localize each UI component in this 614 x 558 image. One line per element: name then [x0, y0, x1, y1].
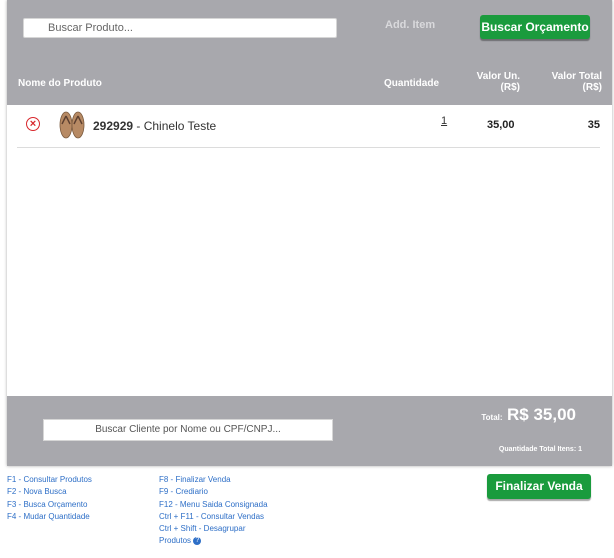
shortcut-f2: F2 - Nova Busca — [7, 487, 67, 497]
shortcut-produtos-label: Produtos — [159, 536, 192, 546]
search-bar: Buscar Produto... Add. Item Buscar Orçam… — [7, 0, 612, 60]
product-code: 292929 — [93, 119, 134, 133]
table-header: Nome do Produto Quantidade Valor Un. (R$… — [7, 60, 612, 105]
help-icon[interactable]: ? — [193, 537, 202, 546]
header-product-name: Nome do Produto — [18, 78, 102, 89]
header-unit-value-line1: Valor Un. — [476, 71, 520, 82]
product-thumbnail — [59, 111, 85, 139]
quantity-link[interactable]: 1 — [441, 115, 447, 127]
product-search-input[interactable]: Buscar Produto... — [23, 18, 337, 38]
add-item-button[interactable]: Add. Item — [385, 19, 435, 31]
header-total-value: Valor Total (R$) — [552, 71, 602, 93]
shortcut-ctrl-f11: Ctrl + F11 - Consultar Vendas — [159, 511, 265, 521]
buscar-orcamento-button[interactable]: Buscar Orçamento — [480, 15, 590, 39]
header-total-value-line1: Valor Total — [551, 71, 602, 82]
product-title: Chinelo Teste — [143, 119, 217, 133]
summary-bar: Buscar Cliente por Nome ou CPF/CNPJ... T… — [7, 396, 612, 466]
product-separator: - — [133, 119, 144, 133]
finalizar-venda-button[interactable]: Finalizar Venda — [487, 474, 591, 499]
total-display: Total: R$ 35,00 — [481, 405, 576, 425]
product-name: 292929 - Chinelo Teste — [93, 119, 216, 133]
shortcut-f8: F8 - Finalizar Venda — [159, 475, 231, 484]
header-unit-value-line2: (R$) — [500, 82, 520, 93]
table-row: × 292929 - Chinelo Teste 1 35,00 35 — [17, 105, 600, 148]
shortcut-produtos: Produtos ? — [159, 535, 268, 547]
client-search-input[interactable]: Buscar Cliente por Nome ou CPF/CNPJ... — [43, 419, 333, 441]
shortcut-f4: F4 - Mudar Quantidade — [7, 511, 90, 521]
unit-value: 35,00 — [487, 119, 515, 131]
sale-panel: Buscar Produto... Add. Item Buscar Orçam… — [7, 0, 612, 466]
shortcuts-column-1: F1 - Consultar Produtos F2 - Nova Busca … — [7, 474, 92, 523]
shortcut-ctrl-shift: Ctrl + Shift - Desagrupar — [159, 524, 246, 534]
header-quantity: Quantidade — [384, 78, 440, 89]
shortcut-f1: F1 - Consultar Produtos — [7, 475, 92, 484]
shortcut-f12: F12 - Menu Saida Consignada — [159, 499, 268, 509]
shortcut-f3: F3 - Busca Orçamento — [7, 499, 88, 509]
total-value-amount: R$ 35,00 — [507, 405, 576, 424]
total-value: 35 — [587, 119, 600, 131]
shortcut-f9: F9 - Crediario — [159, 487, 208, 497]
remove-circle-icon[interactable]: × — [26, 117, 40, 131]
header-total-value-line2: (R$) — [582, 82, 602, 93]
shortcuts-column-2: F8 - Finalizar Venda F9 - Crediario F12 … — [159, 474, 268, 548]
total-label: Total: — [481, 413, 503, 422]
header-unit-value: Valor Un. (R$) — [477, 71, 520, 93]
quantity-total: Quantidade Total Itens: 1 — [498, 446, 582, 453]
